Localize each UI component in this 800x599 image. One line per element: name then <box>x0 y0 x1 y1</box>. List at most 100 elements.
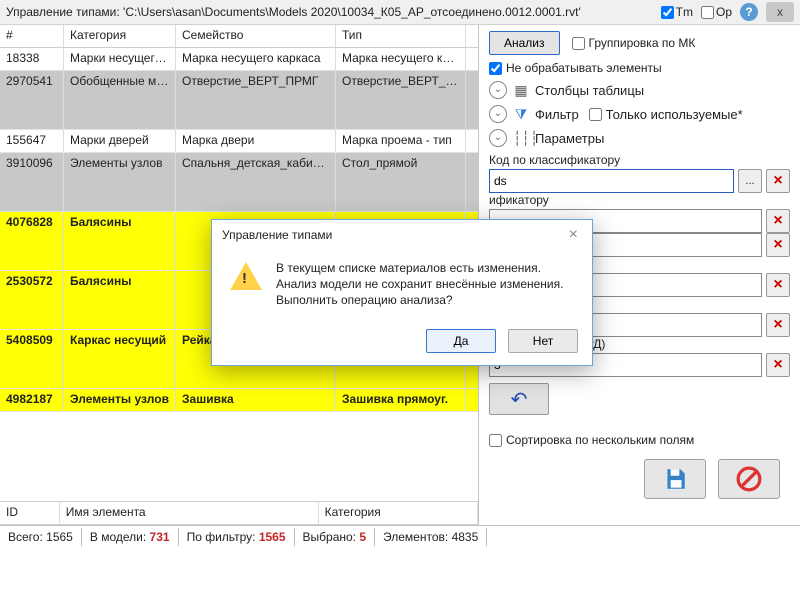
only-used-label: Только используемые* <box>606 107 743 122</box>
param-label: ификатору <box>489 193 790 207</box>
subcol-category[interactable]: Категория <box>319 502 478 524</box>
dialog-titlebar: Управление типами × <box>212 220 592 250</box>
dialog-no-button[interactable]: Нет <box>508 329 578 353</box>
op-label: Op <box>716 5 732 19</box>
picker-button[interactable]: ... <box>738 169 762 193</box>
status-bar: Всего: 1565 В модели: 731 По фильтру: 15… <box>0 525 800 548</box>
cell-id: 155647 <box>0 130 64 152</box>
chevron-down-icon: ⌄ <box>489 129 507 147</box>
dialog-title: Управление типами <box>222 228 332 242</box>
cell-cat: Элементы узлов <box>64 389 176 411</box>
chevron-down-icon: ⌄ <box>489 105 507 123</box>
cell-cat: Балясины <box>64 212 176 270</box>
cell-fam: Марка несущего каркаса <box>176 48 336 70</box>
clear-button[interactable]: × <box>766 313 790 337</box>
cell-cat: Балясины <box>64 271 176 329</box>
clear-button[interactable]: × <box>766 209 790 233</box>
analyze-button[interactable]: Анализ <box>489 31 560 55</box>
bottom-buttons <box>489 453 790 505</box>
table-row[interactable]: 2970541Обобщенные модели Отверстие_ВЕРТ_П… <box>0 71 478 130</box>
tm-checkbox-wrap[interactable]: Tm <box>661 5 693 19</box>
param-input[interactable] <box>489 169 734 193</box>
group-mk-checkbox[interactable] <box>572 37 585 50</box>
subcol-name[interactable]: Имя элемента <box>60 502 319 524</box>
prohibit-icon <box>736 466 762 492</box>
funnel-icon: ⧩ <box>513 106 529 123</box>
param-field: Код по классификатору...× <box>489 153 790 193</box>
close-icon: x <box>777 5 783 19</box>
table-row[interactable]: 155647Марки дверейМарка двериМарка проем… <box>0 130 478 153</box>
op-checkbox[interactable] <box>701 6 714 19</box>
sliders-icon: ┆┆┆ <box>513 130 529 147</box>
expander-filter-label: Фильтр <box>535 107 579 122</box>
sort-multi-checkbox[interactable] <box>489 434 502 447</box>
table-row[interactable]: 18338Марки несущего каркасаМарка несущег… <box>0 48 478 71</box>
param-label: Код по классификатору <box>489 153 790 167</box>
dialog-message: В текущем списке материалов есть изменен… <box>276 260 574 309</box>
only-used-wrap[interactable]: Только используемые* <box>589 107 743 122</box>
cell-id: 4076828 <box>0 212 64 270</box>
expander-parameters[interactable]: ⌄ ┆┆┆ Параметры <box>489 129 790 147</box>
skip-elements-checkbox[interactable] <box>489 62 502 75</box>
cell-cat: Обобщенные модели <box>64 71 176 129</box>
analysis-row: Анализ Группировка по МК <box>489 31 790 55</box>
skip-elements-label: Не обрабатывать элементы <box>506 61 662 75</box>
group-mk-wrap[interactable]: Группировка по МК <box>572 36 696 50</box>
grid-header: # Категория Семейство Тип <box>0 25 478 48</box>
cell-type: Отверстие_ВЕРТ_ПРМГ <box>336 71 466 129</box>
subgrid-header: ID Имя элемента Категория <box>0 502 478 524</box>
cell-fam: Зашивка <box>176 389 336 411</box>
table-row[interactable]: 4982187Элементы узловЗашивкаЗашивка прям… <box>0 389 478 412</box>
group-mk-label: Группировка по МК <box>589 36 696 50</box>
col-type[interactable]: Тип <box>336 25 466 47</box>
op-checkbox-wrap[interactable]: Op <box>701 5 732 19</box>
expander-filter[interactable]: ⌄ ⧩ Фильтр Только используемые* <box>489 105 790 123</box>
expander-columns-label: Столбцы таблицы <box>535 83 644 98</box>
cell-id: 2970541 <box>0 71 64 129</box>
undo-icon: ↶ <box>511 387 528 412</box>
skip-elements-wrap[interactable]: Не обрабатывать элементы <box>489 61 790 75</box>
cell-cat: Каркас несущий <box>64 330 176 388</box>
elements-subgrid: ID Имя элемента Категория <box>0 501 478 525</box>
status-elements: Элементов: 4835 <box>375 528 487 546</box>
col-family[interactable]: Семейство <box>176 25 336 47</box>
cell-type: Марка проема - тип <box>336 130 466 152</box>
cell-id: 18338 <box>0 48 64 70</box>
cell-id: 3910096 <box>0 153 64 211</box>
undo-button[interactable]: ↶ <box>489 383 549 415</box>
title-bar: Управление типами: 'C:\Users\asan\Docume… <box>0 0 800 25</box>
dialog-close-button[interactable]: × <box>565 226 582 244</box>
status-total: Всего: 1565 <box>0 528 82 546</box>
help-icon[interactable]: ? <box>740 3 758 21</box>
dialog-yes-button[interactable]: Да <box>426 329 496 353</box>
expander-columns[interactable]: ⌄ ▦ Столбцы таблицы <box>489 81 790 99</box>
clear-button[interactable]: × <box>766 169 790 193</box>
sort-multi-wrap[interactable]: Сортировка по нескольким полям <box>489 433 790 447</box>
cell-cat: Элементы узлов <box>64 153 176 211</box>
cell-fam: Марка двери <box>176 130 336 152</box>
cell-fam: Спальня_детская_кабинет <box>176 153 336 211</box>
clear-button[interactable]: × <box>766 273 790 297</box>
cell-cat: Марки дверей <box>64 130 176 152</box>
sort-multi-label: Сортировка по нескольким полям <box>506 433 694 447</box>
only-used-checkbox[interactable] <box>589 108 602 121</box>
save-icon <box>662 466 688 492</box>
cell-id: 4982187 <box>0 389 64 411</box>
col-category[interactable]: Категория <box>64 25 176 47</box>
clear-button[interactable]: × <box>766 353 790 377</box>
confirm-dialog: Управление типами × В текущем списке мат… <box>211 219 593 366</box>
subcol-id[interactable]: ID <box>0 502 60 524</box>
save-button[interactable] <box>644 459 706 499</box>
tm-checkbox[interactable] <box>661 6 674 19</box>
col-id[interactable]: # <box>0 25 64 47</box>
cell-type: Стол_прямой <box>336 153 466 211</box>
warning-icon <box>230 262 262 290</box>
status-filter: По фильтру: 1565 <box>179 528 295 546</box>
cell-cat: Марки несущего каркаса <box>64 48 176 70</box>
clear-button[interactable]: × <box>766 233 790 257</box>
chevron-down-icon: ⌄ <box>489 81 507 99</box>
close-button[interactable]: x <box>766 2 794 22</box>
cancel-button[interactable] <box>718 459 780 499</box>
table-row[interactable]: 3910096Элементы узловСпальня_детская_каб… <box>0 153 478 212</box>
cell-type: Марка несущего каркаса <box>336 48 466 70</box>
